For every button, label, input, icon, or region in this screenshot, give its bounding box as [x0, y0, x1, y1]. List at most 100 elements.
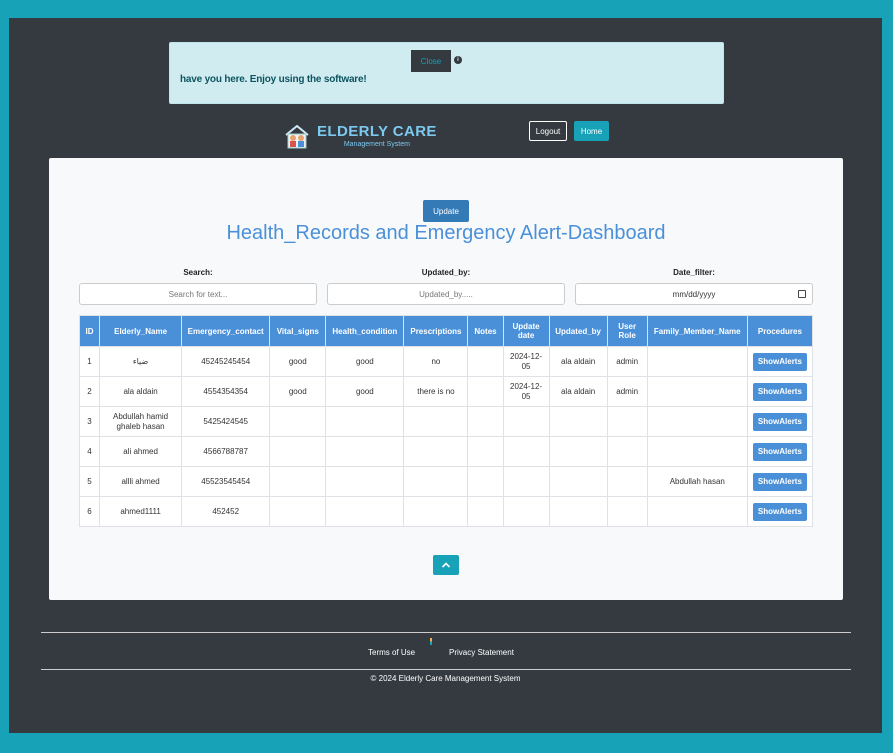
cell-vital-signs	[269, 496, 327, 527]
cell-emergency-contact: 45523545454	[181, 466, 271, 497]
cell-notes	[467, 496, 504, 527]
cell-elderly-name: ala aldain	[99, 376, 183, 407]
show-alerts-button[interactable]: ShowAlerts	[752, 442, 807, 461]
cell-emergency-contact: 452452	[181, 496, 271, 527]
cell-update-date: 2024-12-05	[502, 346, 550, 377]
cell-procedures: ShowAlerts	[746, 406, 814, 437]
cell-vital-signs	[269, 406, 327, 437]
footer-separator	[430, 638, 432, 645]
cell-prescriptions	[403, 466, 469, 497]
show-alerts-button[interactable]: ShowAlerts	[752, 382, 807, 401]
cell-notes	[467, 406, 504, 437]
alert-close-button[interactable]: Close	[411, 50, 451, 72]
updated-by-placeholder: Updated_by.....	[419, 289, 473, 299]
terms-link[interactable]: Terms of Use	[368, 648, 415, 657]
cell-user-role: admin	[606, 376, 648, 407]
cell-vital-signs	[269, 466, 327, 497]
table-row: 4 ali ahmed 4566788787 ShowAlerts	[78, 436, 814, 467]
cell-updated-by	[548, 466, 608, 497]
dashboard-card: Update Health_Records and Emergency Aler…	[49, 158, 843, 600]
update-button[interactable]: Update	[423, 200, 469, 222]
cell-elderly-name: ahmed1111	[99, 496, 183, 527]
alert-message: have you here. Enjoy using the software!	[180, 74, 367, 85]
welcome-alert: Close i have you here. Enjoy using the s…	[169, 42, 724, 104]
header-health-condition: Health_condition	[325, 315, 405, 347]
table-row: 5 allli ahmed 45523545454 Abdullah hasan Sho…	[78, 466, 814, 497]
date-filter-input[interactable]: mm/dd/yyyy	[575, 283, 813, 305]
cell-prescriptions: no	[403, 346, 469, 377]
cell-vital-signs	[269, 436, 327, 467]
header-procedures: Procedures	[746, 315, 814, 347]
search-label: Search:	[183, 268, 213, 277]
cell-family-member-name	[646, 496, 748, 527]
cell-notes	[467, 346, 504, 377]
cell-update-date: 2024-12-05	[502, 376, 550, 407]
elderly-care-logo-icon	[285, 124, 309, 149]
cell-procedures: ShowAlerts	[746, 346, 814, 377]
page-title: Health_Records and Emergency Alert-Dashb…	[226, 222, 666, 244]
header-elderly-name: Elderly_Name	[99, 315, 183, 347]
cell-id: 3	[78, 406, 101, 437]
cell-health-condition	[325, 466, 405, 497]
cell-emergency-contact: 45245245454	[181, 346, 271, 377]
cell-elderly-name: allli ahmed	[99, 466, 183, 497]
cell-family-member-name	[646, 376, 748, 407]
cell-elderly-name: ali ahmed	[99, 436, 183, 467]
cell-update-date	[502, 466, 550, 497]
cell-notes	[467, 466, 504, 497]
chevron-up-icon	[441, 562, 451, 568]
table-row: 2 ala aldain 4554354354 good good there is no…	[78, 376, 814, 407]
header-vital-signs: Vital_signs	[269, 315, 327, 347]
search-input[interactable]: Search for text...	[79, 283, 317, 305]
cell-update-date	[502, 406, 550, 437]
header-updated-by: Updated_by	[548, 315, 608, 347]
cell-updated-by: ala aldain	[548, 346, 608, 377]
logout-button[interactable]: Logout	[529, 121, 567, 141]
brand-subtitle: Management System	[343, 140, 410, 148]
cell-procedures: ShowAlerts	[746, 376, 814, 407]
cell-procedures: ShowAlerts	[746, 496, 814, 527]
show-alerts-button[interactable]: ShowAlerts	[752, 352, 807, 371]
cell-id: 5	[78, 466, 101, 497]
header-id: ID	[78, 315, 101, 347]
cell-emergency-contact: 5425424545	[181, 406, 271, 437]
cell-vital-signs: good	[269, 376, 327, 407]
search-placeholder: Search for text...	[168, 289, 228, 299]
cell-update-date	[502, 496, 550, 527]
calendar-icon[interactable]	[798, 290, 806, 298]
cell-prescriptions	[403, 436, 469, 467]
home-button[interactable]: Home	[574, 121, 609, 141]
updated-by-input[interactable]: Updated_by.....	[327, 283, 565, 305]
cell-health-condition: good	[325, 376, 405, 407]
table-row: 1 ضياء 45245245454 good good no 2024-12-05 ala …	[78, 346, 814, 377]
scroll-up-button[interactable]	[433, 555, 459, 575]
table-body: 1 ضياء 45245245454 good good no 2024-12-05 ala …	[78, 346, 814, 527]
brand-logo[interactable]: ELDERLY CARE Management System	[283, 122, 437, 150]
cell-vital-signs: good	[269, 346, 327, 377]
show-alerts-button[interactable]: ShowAlerts	[752, 412, 807, 431]
privacy-link[interactable]: Privacy Statement	[449, 648, 514, 657]
cell-notes	[467, 436, 504, 467]
brand-title: ELDERLY CARE	[317, 122, 437, 140]
show-alerts-button[interactable]: ShowAlerts	[752, 472, 807, 491]
footer-divider-top	[41, 632, 851, 633]
header-notes: Notes	[467, 315, 504, 347]
cell-user-role	[606, 466, 648, 497]
header-user-role: User Role	[606, 315, 648, 347]
cell-prescriptions	[403, 496, 469, 527]
cell-notes	[467, 376, 504, 407]
cell-updated-by: ala aldain	[548, 376, 608, 407]
cell-health-condition	[325, 436, 405, 467]
show-alerts-button[interactable]: ShowAlerts	[752, 502, 807, 521]
cell-user-role: admin	[606, 346, 648, 377]
cell-family-member-name	[646, 346, 748, 377]
cell-family-member-name: Abdullah hasan	[646, 466, 748, 497]
table-row: 6 ahmed1111 452452 ShowAlerts	[78, 496, 814, 527]
copyright-text: © 2024 Elderly Care Management System	[370, 674, 521, 683]
header-family-member-name: Family_Member_Name	[646, 315, 748, 347]
header-emergency-contact: Emergency_contact	[181, 315, 271, 347]
cell-id: 1	[78, 346, 101, 377]
cell-updated-by	[548, 496, 608, 527]
cell-family-member-name	[646, 436, 748, 467]
table-row: 3 Abdullah hamid ghaleb hasan 5425424545 Sh…	[78, 406, 814, 437]
